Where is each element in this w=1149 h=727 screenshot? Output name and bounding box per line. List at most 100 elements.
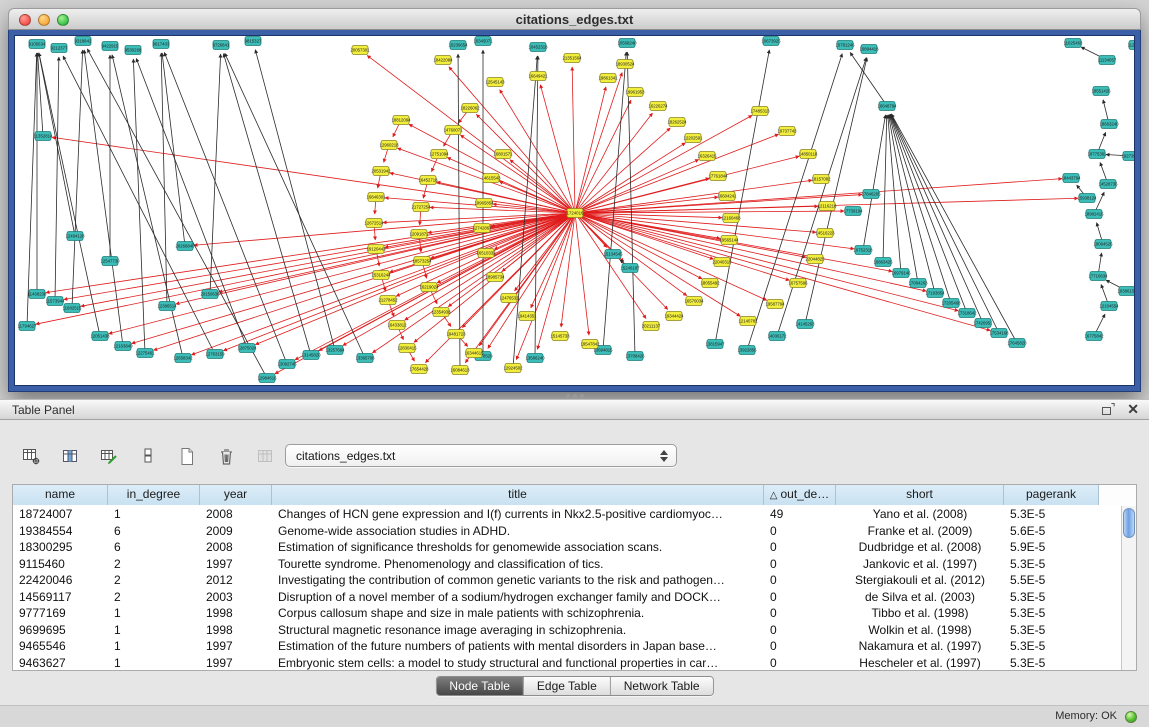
network-view[interactable]: 9105634921237793188429422915953026896174… [15, 36, 1134, 385]
scrollbar-thumb[interactable] [1123, 508, 1135, 538]
graph-edge[interactable] [162, 53, 185, 246]
table-cell[interactable]: Estimation of significance thresholds fo… [272, 539, 764, 556]
graph-edge[interactable] [888, 115, 901, 273]
graph-edge[interactable] [575, 87, 606, 213]
graph-edge[interactable] [72, 50, 83, 308]
graph-edge[interactable] [132, 213, 575, 343]
close-panel-icon[interactable]: ✕ [1127, 402, 1139, 416]
graph-edge[interactable] [805, 58, 867, 324]
graph-edge[interactable] [136, 58, 247, 348]
table-row[interactable]: 1938455462009Genome-wide association stu… [13, 523, 1121, 540]
table-cell[interactable]: 0 [764, 539, 836, 556]
table-cell[interactable]: 1 [108, 622, 200, 639]
table-cell[interactable]: 19384554 [13, 523, 108, 540]
table-cell[interactable]: 1997 [200, 655, 272, 672]
citation-network-graph[interactable]: 9105634921237793188429422915953026896174… [15, 36, 1134, 384]
table-settings-button[interactable] [18, 443, 44, 469]
table-cell[interactable]: Jankovic et al. (1997) [836, 556, 1004, 573]
table-cell[interactable]: 2 [108, 572, 200, 589]
table-row[interactable]: 1830029562008Estimation of significance … [13, 539, 1121, 556]
table-cell[interactable]: 9777169 [13, 605, 108, 622]
table-cell[interactable]: 5.9E-5 [1004, 539, 1099, 556]
graph-edge[interactable] [627, 52, 635, 356]
new-table-button[interactable] [174, 443, 200, 469]
table-cell[interactable]: 1998 [200, 605, 272, 622]
graph-edge[interactable] [458, 54, 460, 370]
table-cell[interactable]: Investigating the contribution of common… [272, 572, 764, 589]
table-cell[interactable]: Dudbridge et al. (2008) [836, 539, 1004, 556]
table-cell[interactable]: 1 [108, 655, 200, 672]
table-cell[interactable]: 2008 [200, 539, 272, 556]
table-cell[interactable]: 2012 [200, 572, 272, 589]
graph-edge[interactable] [863, 115, 886, 250]
row-options-button[interactable] [135, 443, 161, 469]
table-cell[interactable]: Tourette syndrome. Phenomenology and cla… [272, 556, 764, 573]
table-cell[interactable]: 9463627 [13, 655, 108, 672]
table-cell[interactable]: 0 [764, 655, 836, 672]
table-row[interactable]: 946362711997Embryonic stem cells: a mode… [13, 655, 1121, 672]
table-cell[interactable]: 0 [764, 523, 836, 540]
table-row[interactable]: 1456911722003Disruption of a novel membe… [13, 589, 1121, 606]
graph-edge[interactable] [777, 58, 866, 336]
graph-edge[interactable] [883, 115, 887, 262]
table-cell[interactable]: Embryonic stem cells: a model to study s… [272, 655, 764, 672]
graph-edge[interactable] [850, 52, 887, 106]
graph-edge[interactable] [38, 53, 43, 136]
table-cell[interactable]: 5.3E-5 [1004, 655, 1099, 672]
graph-edge[interactable] [39, 53, 100, 336]
column-header-title[interactable]: title [272, 485, 764, 505]
graph-edge[interactable] [84, 50, 123, 346]
table-row[interactable]: 2242004622012Investigating the contribut… [13, 572, 1121, 589]
graph-edge[interactable] [27, 53, 37, 326]
table-cell[interactable]: 5.3E-5 [1004, 556, 1099, 573]
table-cell[interactable]: 18724007 [13, 506, 108, 523]
graph-edge[interactable] [889, 115, 918, 283]
column-header-in_degree[interactable]: in_degree [108, 485, 200, 505]
graph-edge[interactable] [225, 53, 365, 358]
import-table-button[interactable] [252, 443, 278, 469]
table-cell[interactable]: 5.6E-5 [1004, 523, 1099, 540]
table-cell[interactable]: 6 [108, 523, 200, 540]
table-cell[interactable]: 5.3E-5 [1004, 638, 1099, 655]
graph-edge[interactable] [112, 55, 183, 358]
table-cell[interactable]: Yano et al. (2008) [836, 506, 1004, 523]
vertical-scrollbar[interactable] [1121, 506, 1136, 670]
graph-edge[interactable] [64, 213, 575, 299]
column-header-name[interactable]: name [13, 485, 108, 505]
float-panel-icon[interactable]: ⌝ [1102, 403, 1115, 415]
show-columns-button[interactable] [57, 443, 83, 469]
table-cell[interactable]: 2009 [200, 523, 272, 540]
table-cell[interactable]: 1 [108, 506, 200, 523]
graph-edge[interactable] [447, 158, 575, 213]
table-row[interactable]: 1872400712008Changes of HCN gene express… [13, 506, 1121, 523]
graph-edge[interactable] [194, 213, 575, 245]
edit-table-button[interactable] [96, 443, 122, 469]
column-header-short[interactable]: short [836, 485, 1004, 505]
table-cell[interactable]: 2003 [200, 589, 272, 606]
table-cell[interactable]: 5.5E-5 [1004, 572, 1099, 589]
graph-edge[interactable] [154, 213, 575, 350]
table-cell[interactable]: 2008 [200, 506, 272, 523]
table-cell[interactable]: 5.3E-5 [1004, 589, 1099, 606]
table-selector-dropdown[interactable]: citations_edges.txt [285, 444, 677, 467]
table-cell[interactable]: 0 [764, 589, 836, 606]
graph-edge[interactable] [109, 213, 575, 334]
graph-edge[interactable] [572, 67, 575, 213]
graph-edge[interactable] [87, 49, 267, 378]
table-cell[interactable]: de Silva et al. (2003) [836, 589, 1004, 606]
graph-edge[interactable] [133, 59, 145, 353]
table-cell[interactable]: 9465546 [13, 638, 108, 655]
window-titlebar[interactable]: citations_edges.txt [8, 8, 1141, 30]
graph-edge[interactable] [476, 114, 575, 213]
table-cell[interactable]: Nakamura et al. (1997) [836, 638, 1004, 655]
table-cell[interactable]: 0 [764, 622, 836, 639]
table-cell[interactable]: 5.3E-5 [1004, 605, 1099, 622]
table-cell[interactable]: 0 [764, 556, 836, 573]
table-cell[interactable]: 1997 [200, 638, 272, 655]
table-cell[interactable]: Wolkin et al. (1998) [836, 622, 1004, 639]
graph-edge[interactable] [224, 54, 311, 355]
graph-edge[interactable] [39, 53, 75, 236]
table-cell[interactable]: 5.3E-5 [1004, 506, 1099, 523]
tab-node-table[interactable]: Node Table [436, 677, 523, 695]
graph-edge[interactable] [891, 114, 1017, 343]
